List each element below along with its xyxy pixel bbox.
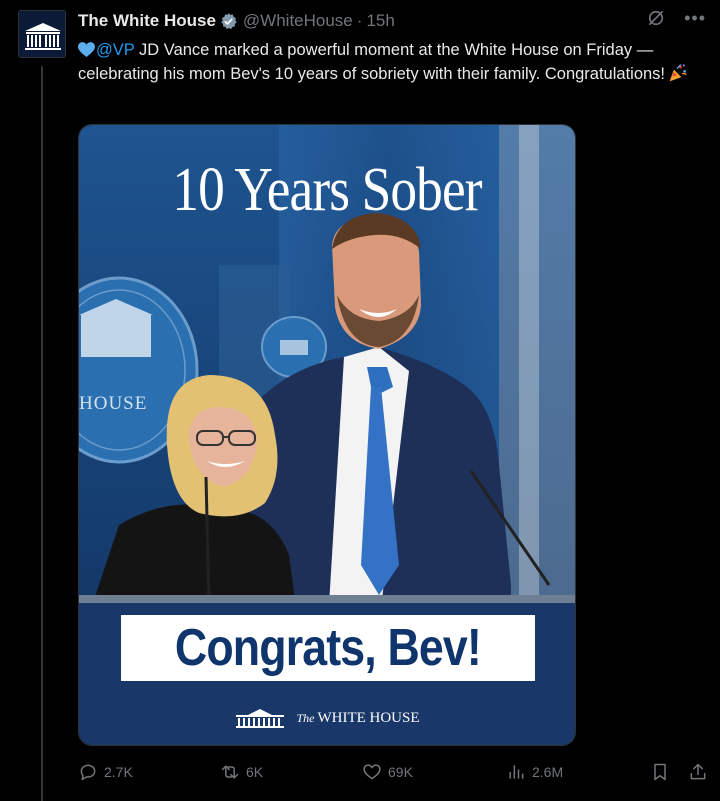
- display-name[interactable]: The White House: [78, 11, 216, 31]
- like-count: 69K: [388, 764, 413, 780]
- views-chart-icon: [509, 765, 524, 779]
- views-count: 2.6M: [532, 764, 564, 780]
- repost-count: 6K: [246, 764, 264, 780]
- tweet-header: The White House @WhiteHouse · 15h: [78, 10, 395, 32]
- white-house-logo: The WHITE HOUSE: [79, 707, 575, 729]
- heart-icon: [363, 764, 381, 780]
- thread-line: [41, 66, 43, 801]
- share-button[interactable]: [688, 762, 708, 782]
- white-house-logo-icon: [19, 11, 65, 57]
- separator-dot: ·: [356, 11, 363, 30]
- tweet-media-image[interactable]: 10 Years Sober Congrats, Bev! The WHITE H…: [78, 124, 576, 746]
- seal-house-text: HOUSE: [79, 393, 148, 414]
- reply-button[interactable]: 2.7K: [78, 762, 133, 782]
- mention-link[interactable]: @VP: [96, 41, 134, 59]
- grok-icon[interactable]: [646, 8, 666, 28]
- handle[interactable]: @WhiteHouse: [243, 11, 353, 31]
- verified-badge-icon[interactable]: [219, 12, 238, 31]
- views-button[interactable]: 2.6M: [506, 762, 563, 782]
- repost-button[interactable]: 6K: [220, 762, 263, 782]
- congrats-text: Congrats, Bev!: [174, 619, 482, 677]
- white-house-logo-text: The WHITE HOUSE: [296, 709, 420, 726]
- reply-icon: [80, 764, 96, 781]
- timestamp[interactable]: 15h: [366, 11, 394, 31]
- tweet-text: @VP JD Vance marked a powerful moment at…: [78, 38, 708, 86]
- reply-count: 2.7K: [104, 764, 133, 780]
- white-house-building-icon: [234, 707, 286, 729]
- tweet-body: JD Vance marked a powerful moment at the…: [78, 41, 666, 83]
- repost-icon: [221, 765, 239, 779]
- tweet-top-actions: •••: [646, 8, 706, 28]
- like-button[interactable]: 69K: [362, 762, 413, 782]
- congrats-banner: Congrats, Bev!: [121, 615, 535, 681]
- tweet-action-bar: 2.7K 6K 69K 2.6M: [78, 762, 708, 786]
- blue-heart-emoji-icon: [78, 42, 95, 57]
- bookmark-button[interactable]: [650, 762, 670, 782]
- party-popper-emoji-icon: [669, 64, 687, 82]
- more-dots-icon[interactable]: •••: [684, 8, 706, 28]
- share-icon: [690, 763, 706, 780]
- avatar[interactable]: [18, 10, 66, 58]
- bookmark-icon: [654, 763, 666, 781]
- headline-text: 10 Years Sober: [172, 156, 482, 224]
